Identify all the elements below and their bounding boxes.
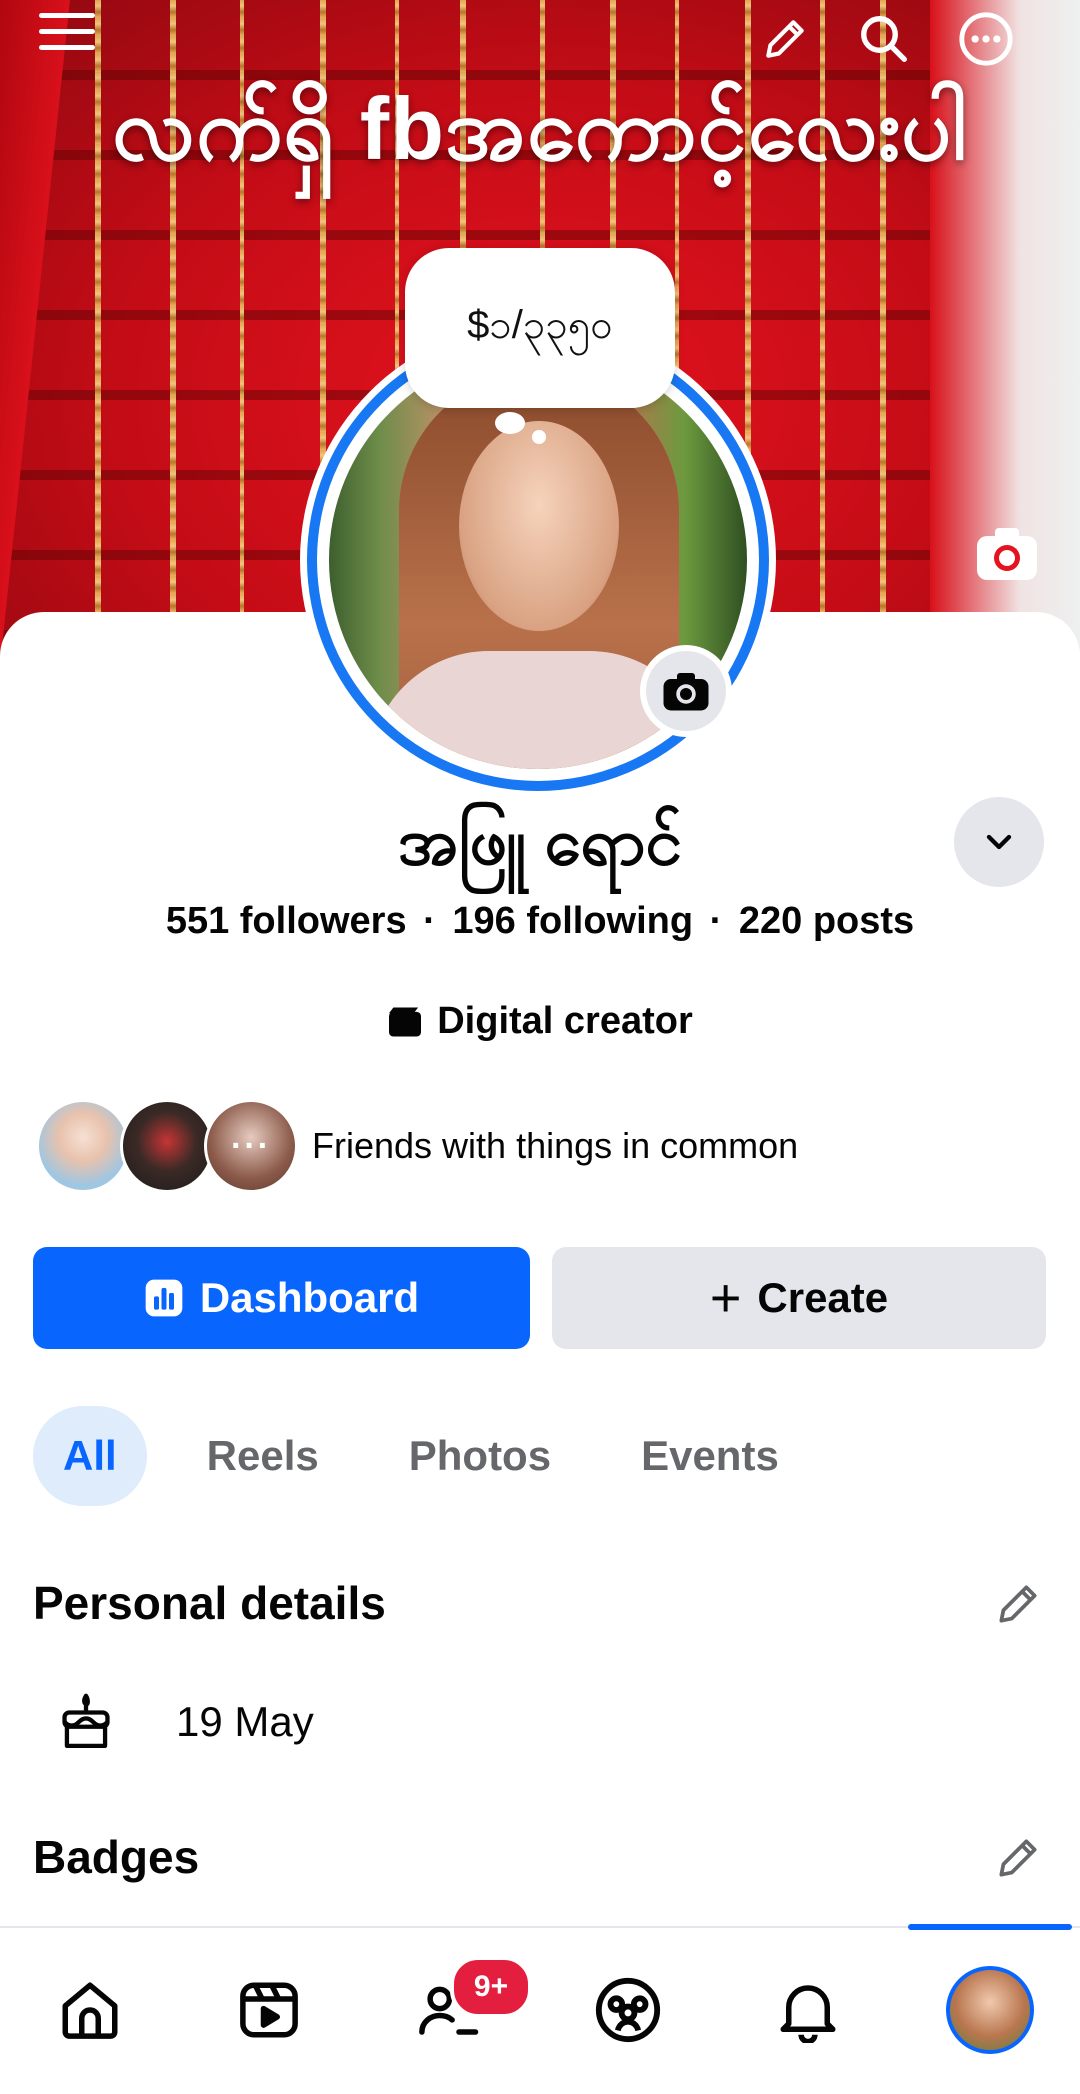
active-tab-indicator	[908, 1924, 1072, 1930]
nav-profile[interactable]	[940, 1960, 1040, 2060]
friend-avatar: ···	[204, 1099, 298, 1193]
friends-badge: 9+	[450, 1956, 532, 2018]
badges-title: Badges	[33, 1831, 200, 1883]
profile-name: အဖြူ ရောင်	[397, 804, 683, 878]
notifications-icon	[780, 1985, 836, 2043]
mutual-friends-row[interactable]: ··· Friends with things in common	[36, 1099, 799, 1193]
camera-icon	[646, 651, 726, 731]
profile-note[interactable]: $၁/၃၃၅၀	[405, 248, 675, 408]
bottom-navigation	[0, 1926, 1080, 2094]
friends-text: Friends with things in common	[312, 1125, 799, 1166]
cover-camera-icon[interactable]	[975, 522, 1039, 586]
birthday-row: 19 May	[56, 1682, 314, 1762]
search-icon[interactable]	[853, 8, 915, 70]
groups-icon	[595, 1977, 661, 2043]
profile-category: Digital creator	[0, 1000, 1080, 1043]
tab-events[interactable]: Events	[611, 1406, 809, 1506]
home-icon	[62, 1982, 118, 2039]
birthday-cake-icon	[62, 1693, 110, 1748]
profile-stats: 551 followers · 196 following · 220 post…	[165, 900, 915, 942]
profile-avatar	[946, 1966, 1034, 2054]
hamburger-menu-icon[interactable]	[36, 0, 98, 62]
create-button[interactable]: + Create	[552, 1247, 1046, 1349]
tab-reels[interactable]: Reels	[177, 1406, 349, 1506]
plus-icon: +	[709, 1268, 742, 1328]
nav-video[interactable]	[219, 1960, 319, 2060]
friend-avatar	[36, 1099, 130, 1193]
more-dots-icon[interactable]	[955, 8, 1017, 70]
tab-all[interactable]: All	[33, 1406, 147, 1506]
video-icon	[240, 1982, 298, 2038]
personal-details-title: Personal details	[33, 1577, 386, 1629]
edit-personal-details-icon[interactable]	[988, 1574, 1048, 1634]
clapperboard-icon	[389, 1006, 422, 1037]
pencil-icon[interactable]	[754, 8, 816, 70]
nav-notifications[interactable]	[758, 1960, 858, 2060]
dashboard-icon	[145, 1279, 183, 1317]
profile-switch-button[interactable]	[954, 797, 1044, 887]
followers-count[interactable]: 551 followers	[166, 900, 407, 942]
chevron-down-icon	[986, 834, 1012, 850]
tab-photos[interactable]: Photos	[379, 1406, 581, 1506]
posts-count: 220 posts	[738, 900, 915, 942]
avatar-camera-button[interactable]	[640, 645, 732, 737]
cover-title: လက်ရှိ fbအကောင့်လေးပါ	[112, 79, 968, 178]
dashboard-button[interactable]: Dashboard	[33, 1247, 530, 1349]
friend-avatar	[120, 1099, 214, 1193]
nav-home[interactable]	[40, 1960, 140, 2060]
profile-tabs: All Reels Photos Events	[33, 1406, 809, 1506]
following-count[interactable]: 196 following	[452, 900, 693, 942]
nav-groups[interactable]	[578, 1960, 678, 2060]
edit-badges-icon[interactable]	[988, 1828, 1048, 1888]
birthday-text: 19 May	[176, 1698, 314, 1745]
